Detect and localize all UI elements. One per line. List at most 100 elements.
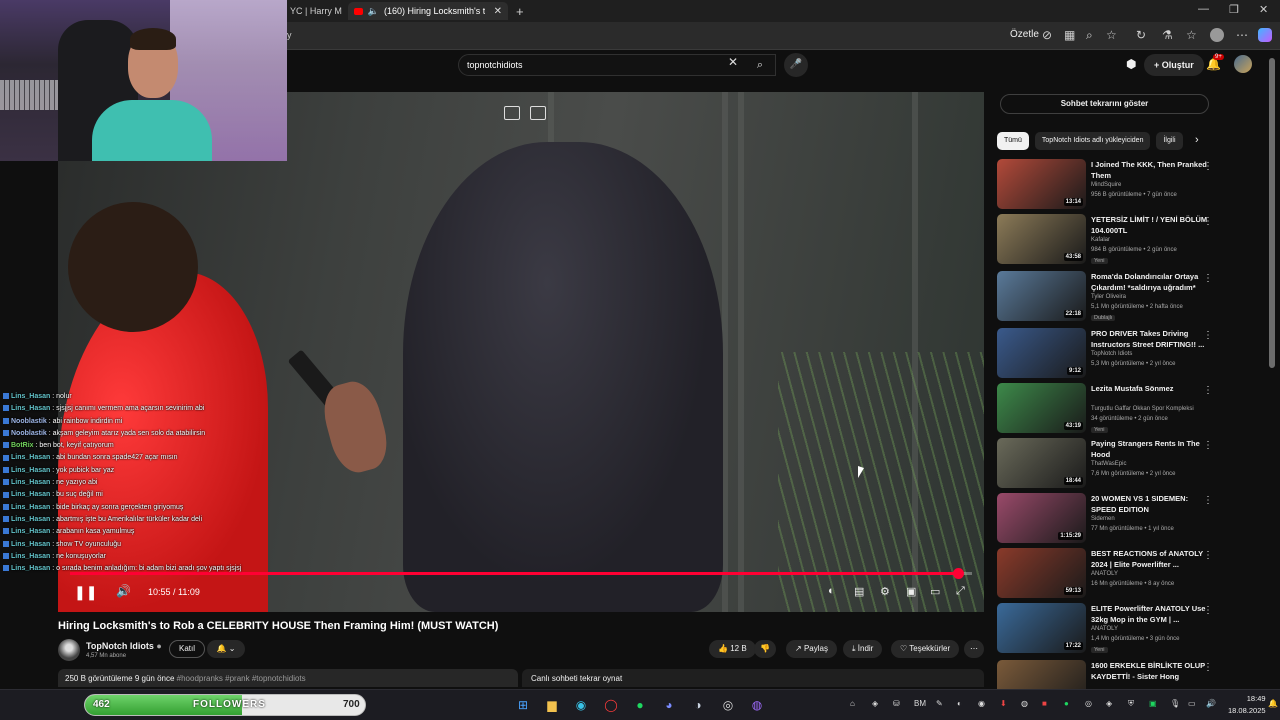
tray-icon[interactable]: ◎ [1085, 699, 1092, 708]
download-button[interactable]: ⤓ İndir [843, 640, 883, 658]
replay-chat-bar[interactable]: Canlı sohbeti tekrar oynat [522, 669, 984, 687]
window-close-icon[interactable]: ✕ [1259, 3, 1268, 16]
recommended-video[interactable]: 43:58 YETERSİZ LİMİT ! / YENİ BÖLÜM 104.0… [997, 214, 1267, 266]
channel-avatar[interactable] [58, 639, 80, 661]
more-vert-icon[interactable]: ⋮ [1203, 385, 1213, 396]
summarize-button[interactable]: Özetle [1010, 29, 1039, 40]
tray-icon[interactable]: ⛨ [1128, 699, 1134, 709]
zoom-icon[interactable]: ⌕ [1086, 28, 1093, 43]
more-icon[interactable]: ⋯ [1236, 28, 1248, 42]
chat-username[interactable]: Lins_Hasan [11, 553, 50, 560]
more-actions-button[interactable]: ⋯ [964, 640, 984, 658]
chat-username[interactable]: Lins_Hasan [11, 454, 50, 461]
volume-tray-icon[interactable]: 🔊 [1206, 699, 1216, 708]
copilot-icon[interactable] [1258, 28, 1272, 42]
more-vert-icon[interactable]: ⋮ [1203, 605, 1213, 616]
tray-icon[interactable]: ◐ [957, 699, 962, 708]
recommended-video[interactable]: 18:44 Paying Strangers Rents In The Hood T… [997, 438, 1267, 490]
tray-icon[interactable]: ■ [1042, 699, 1047, 708]
chevron-right-icon[interactable]: › [1195, 134, 1199, 146]
channel-name[interactable]: Kafalar [1091, 237, 1110, 243]
apps-icon[interactable]: ▦ [1064, 28, 1075, 42]
chat-username[interactable]: Lins_Hasan [11, 405, 50, 412]
thanks-button[interactable]: ♡ Teşekkürler [891, 640, 960, 658]
channel-name[interactable]: Turgutlu Gaffar Okkan Spor Kompleksi [1091, 406, 1194, 412]
miniplayer-icon[interactable] [504, 106, 520, 120]
chat-username[interactable]: Lins_Hasan [11, 528, 50, 535]
playlist-icon[interactable] [530, 106, 546, 120]
tray-icon[interactable]: ◍ [1021, 699, 1028, 708]
share-button[interactable]: ↗ Paylaş [786, 640, 837, 658]
windows-start-icon[interactable]: ⊞ [514, 696, 532, 714]
theater-icon[interactable]: ▭ [930, 585, 940, 598]
tray-icon[interactable]: ◈ [872, 699, 878, 708]
tray-icon[interactable]: ⛁ [893, 699, 900, 708]
volume-icon[interactable]: 🔊 [116, 584, 131, 598]
tab-youtube-video[interactable]: 🔈 (160) Hiring Locksmith's to R ✕ [348, 2, 508, 20]
more-vert-icon[interactable]: ⋮ [1203, 216, 1213, 227]
recommended-video[interactable]: 9:12 PRO DRIVER Takes Driving Instructors… [997, 328, 1267, 380]
tray-lang[interactable]: BM [914, 699, 926, 708]
channel-name[interactable]: TopNotch Idiots ● [86, 641, 162, 651]
app-icon[interactable]: ◍ [748, 696, 766, 714]
dislike-button[interactable]: 👎 [754, 640, 776, 658]
chat-username[interactable]: Lins_Hasan [11, 516, 50, 523]
create-button[interactable]: + Oluştur [1144, 54, 1204, 76]
filter-chip[interactable]: İlgili [1156, 132, 1183, 150]
network-icon[interactable]: ▭ [1188, 699, 1196, 708]
chat-username[interactable]: Nooblastik [11, 418, 47, 425]
steam-icon[interactable]: ◑ [689, 696, 707, 714]
channel-name[interactable]: MindSquire [1091, 182, 1121, 188]
subtitles-icon[interactable]: ▤ [854, 585, 864, 598]
video-title[interactable]: Lezita Mustafa Sönmez [1091, 384, 1209, 395]
discord-icon[interactable]: ◕ [660, 696, 678, 714]
video-title[interactable]: ELITE Powerlifter ANATOLY Use 32kg Mop i… [1091, 604, 1209, 625]
video-title[interactable]: 20 WOMEN VS 1 SIDEMEN: SPEED EDITION [1091, 494, 1209, 515]
chat-username[interactable]: Lins_Hasan [11, 491, 50, 498]
autoplay-toggle-icon[interactable]: ◐ [828, 585, 835, 597]
video-thumbnail[interactable]: 18:44 [997, 438, 1086, 488]
recommended-video[interactable]: 13:14 I Joined The KKK, Then Pranked Them… [997, 159, 1267, 211]
tray-icon[interactable]: ◉ [978, 699, 985, 708]
video-title[interactable]: PRO DRIVER Takes Driving Instructors Str… [1091, 329, 1209, 350]
chat-username[interactable]: Lins_Hasan [11, 565, 50, 572]
profile-icon[interactable] [1210, 28, 1224, 42]
cast-icon[interactable]: ⬢ [1126, 57, 1136, 71]
scrollbar[interactable] [1269, 58, 1275, 368]
chat-username[interactable]: BotRix [11, 442, 34, 449]
chat-username[interactable]: Lins_Hasan [11, 467, 50, 474]
collections-icon[interactable]: ☆ [1186, 28, 1197, 42]
new-tab-button[interactable]: + [510, 2, 530, 20]
minimize-icon[interactable]: — [1198, 3, 1209, 15]
speaker-icon[interactable]: 🔈 [368, 6, 379, 17]
channel-name[interactable]: Sidemen [1091, 516, 1115, 522]
channel-name[interactable]: TopNotch Idiots [1091, 351, 1132, 357]
filter-chip[interactable]: TopNotch Idiots adlı yükleyiciden [1034, 132, 1151, 150]
opera-icon[interactable]: ◯ [602, 696, 620, 714]
microphone-icon[interactable]: 🎤 [784, 53, 808, 77]
clear-icon[interactable]: ✕ [728, 55, 738, 69]
video-title[interactable]: Roma'da Dolandırıcılar Ortaya Çıkardım! … [1091, 272, 1209, 293]
recommended-video[interactable]: 22:18 Roma'da Dolandırıcılar Ortaya Çıkar… [997, 271, 1267, 323]
fullscreen-icon[interactable]: ⤢ [956, 585, 965, 598]
chat-username[interactable]: Lins_Hasan [11, 541, 50, 548]
notification-icon[interactable]: 🔔 [1268, 699, 1278, 708]
recommended-video[interactable]: 1:15:29 20 WOMEN VS 1 SIDEMEN: SPEED EDIT… [997, 493, 1267, 545]
video-thumbnail[interactable]: 59:13 [997, 548, 1086, 598]
extensions-icon[interactable]: ⚗ [1162, 28, 1173, 42]
tray-icon[interactable]: ⌂ [850, 699, 855, 708]
mic-tray-icon[interactable]: 🎙 [1170, 699, 1180, 708]
tray-icon[interactable]: ▣ [1149, 699, 1157, 708]
video-thumbnail[interactable]: 13:14 [997, 159, 1086, 209]
chat-username[interactable]: Lins_Hasan [11, 479, 50, 486]
video-title[interactable]: Paying Strangers Rents In The Hood [1091, 439, 1209, 460]
join-button[interactable]: Katıl [169, 640, 206, 658]
hashtags[interactable]: #hoodpranks #prank #topnotchidiots [177, 674, 306, 683]
github-icon[interactable]: ◎ [719, 696, 737, 714]
maximize-icon[interactable]: ❐ [1229, 3, 1239, 16]
video-title[interactable]: 1600 ERKEKLE BİRLİKTE OLUP KAYDETTİ! - S… [1091, 661, 1209, 682]
chat-username[interactable]: Lins_Hasan [11, 393, 50, 400]
more-vert-icon[interactable]: ⋮ [1203, 330, 1213, 341]
more-vert-icon[interactable]: ⋮ [1203, 662, 1213, 673]
description-box[interactable]: 250 B görüntüleme 9 gün önce #hoodpranks… [58, 669, 518, 687]
